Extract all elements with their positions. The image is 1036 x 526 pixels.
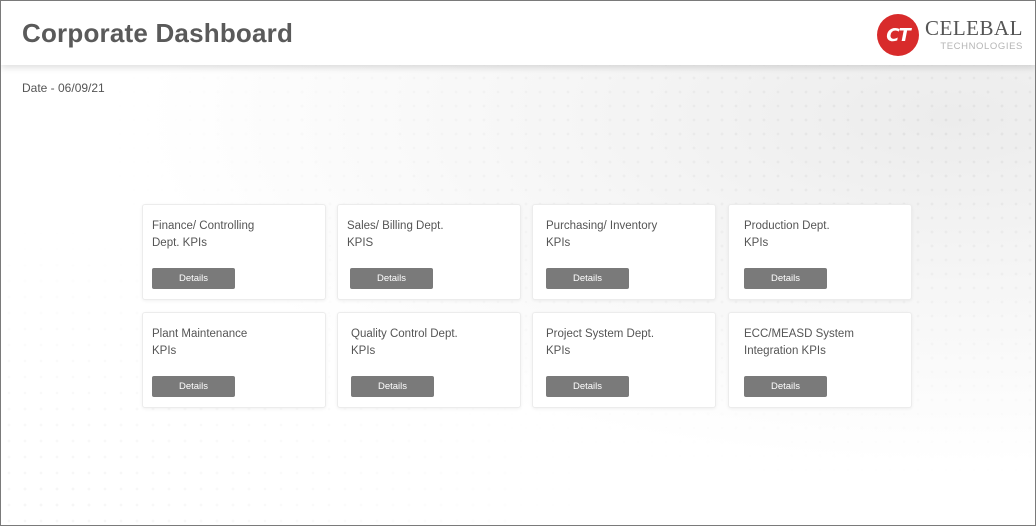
kpi-card-sales: Sales/ Billing Dept. KPIS Details: [337, 204, 521, 300]
card-title: Sales/ Billing Dept. KPIS: [347, 218, 507, 252]
card-title: Purchasing/ Inventory KPIs: [546, 218, 706, 252]
logo-badge-icon: CT: [877, 14, 919, 56]
details-button-project-system[interactable]: Details: [546, 376, 629, 397]
card-title-line: KPIs: [546, 345, 571, 357]
details-button-plant-maintenance[interactable]: Details: [152, 376, 235, 397]
details-button-finance[interactable]: Details: [152, 268, 235, 289]
card-title: ECC/MEASD System Integration KPIs: [744, 326, 904, 360]
card-title-line: Production Dept.: [744, 220, 830, 232]
header-bar: Corporate Dashboard CT CELEBAL TECHNOLOG…: [1, 1, 1035, 65]
card-title-line: Finance/ Controlling: [152, 220, 255, 232]
card-title-line: KPIs: [546, 237, 571, 249]
card-title: Finance/ Controlling Dept. KPIs: [152, 218, 312, 252]
kpi-card-finance: Finance/ Controlling Dept. KPIs Details: [142, 204, 326, 300]
card-title-line: Purchasing/ Inventory: [546, 220, 658, 232]
card-title-line: Sales/ Billing Dept.: [347, 220, 444, 232]
logo-text: CELEBAL TECHNOLOGIES: [925, 18, 1023, 52]
details-button-sales[interactable]: Details: [350, 268, 433, 289]
kpi-card-project-system: Project System Dept. KPIs Details: [532, 312, 716, 408]
card-title: Plant Maintenance KPIs: [152, 326, 312, 360]
logo-subtitle: TECHNOLOGIES: [940, 41, 1023, 53]
card-title-line: Project System Dept.: [546, 328, 655, 340]
card-title-line: Plant Maintenance: [152, 328, 248, 340]
kpi-card-production: Production Dept. KPIs Details: [728, 204, 912, 300]
card-title-line: KPIs: [351, 345, 376, 357]
kpi-card-plant-maintenance: Plant Maintenance KPIs Details: [142, 312, 326, 408]
card-title-line: KPIs: [744, 237, 769, 249]
card-title-line: ECC/MEASD System: [744, 328, 854, 340]
dashboard-frame: Corporate Dashboard CT CELEBAL TECHNOLOG…: [0, 0, 1036, 526]
card-title: Project System Dept. KPIs: [546, 326, 706, 360]
details-button-purchasing[interactable]: Details: [546, 268, 629, 289]
kpi-card-quality-control: Quality Control Dept. KPIs Details: [337, 312, 521, 408]
card-title-line: Integration KPIs: [744, 345, 826, 357]
date-label: Date - 06/09/21: [22, 81, 105, 95]
page-title: Corporate Dashboard: [22, 18, 294, 48]
details-button-production[interactable]: Details: [744, 268, 827, 289]
card-title-line: Quality Control Dept.: [351, 328, 458, 340]
card-title-line: Dept. KPIs: [152, 237, 207, 249]
kpi-card-purchasing: Purchasing/ Inventory KPIs Details: [532, 204, 716, 300]
card-title: Production Dept. KPIs: [744, 218, 904, 252]
card-title-line: KPIS: [347, 237, 374, 249]
company-logo: CT CELEBAL TECHNOLOGIES: [877, 13, 1023, 57]
kpi-card-ecc-measd: ECC/MEASD System Integration KPIs Detail…: [728, 312, 912, 408]
card-title-line: KPIs: [152, 345, 177, 357]
logo-name: CELEBAL: [925, 16, 1023, 41]
details-button-quality-control[interactable]: Details: [351, 376, 434, 397]
card-title: Quality Control Dept. KPIs: [351, 326, 511, 360]
details-button-ecc-measd[interactable]: Details: [744, 376, 827, 397]
